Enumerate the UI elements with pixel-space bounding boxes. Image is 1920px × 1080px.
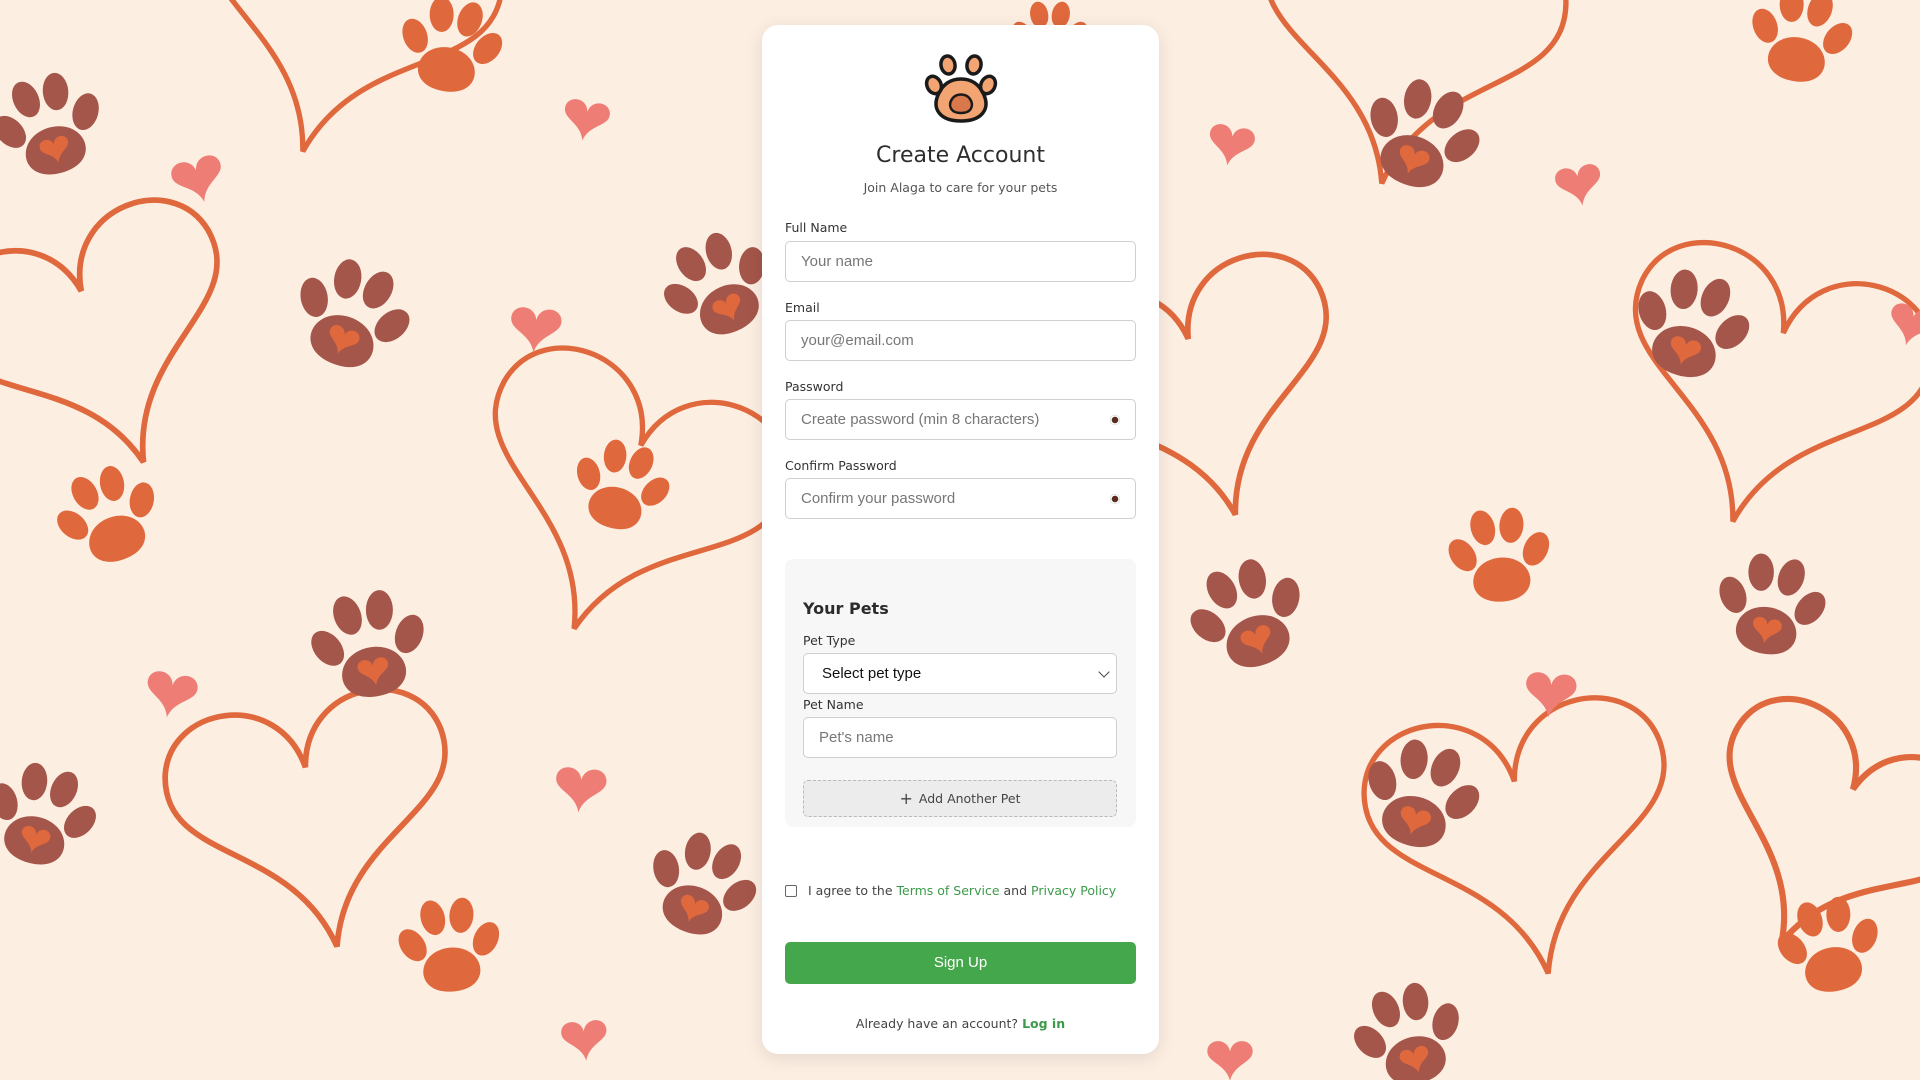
heart-decoration (564, 99, 610, 141)
eye-icon[interactable] (1110, 414, 1120, 425)
heart-decoration (1207, 1041, 1253, 1080)
paw-print-decoration (1448, 507, 1550, 602)
paw-print-decoration (1354, 982, 1459, 1080)
heart-decoration (561, 1020, 607, 1061)
paw-print-decoration (576, 439, 670, 530)
page-subtitle: Join Alaga to care for your pets (863, 180, 1058, 195)
page-title: Create Account (876, 143, 1045, 168)
confirm-password-placeholder: Confirm your password (801, 490, 956, 507)
heart-decoration (1555, 164, 1601, 206)
heart-decoration (556, 767, 607, 813)
paw-print-decoration (653, 832, 757, 935)
pets-section-title: Your Pets (803, 599, 889, 618)
pet-name-input[interactable]: Pet's name (803, 717, 1117, 758)
login-prompt: Already have an account? (855, 1016, 1019, 1031)
paw-print-decoration (1752, 0, 1853, 82)
password-placeholder: Create password (min 8 characters) (801, 411, 1040, 428)
full-name-label: Full Name (785, 220, 848, 235)
pet-type-select[interactable]: Select pet type (803, 653, 1117, 694)
paw-print-decoration (398, 897, 500, 992)
password-input[interactable]: Create password (min 8 characters) (785, 399, 1136, 440)
paw-print-decoration (0, 762, 96, 865)
add-another-pet-label: Add Another Pet (918, 791, 1021, 806)
terms-prefix: I agree to the (808, 883, 893, 898)
heart-decoration (171, 155, 221, 202)
add-another-pet-button[interactable]: + Add Another Pet (803, 780, 1117, 817)
paw-print-decoration (300, 259, 410, 368)
password-label: Password (785, 379, 844, 394)
signup-card: Create Account Join Alaga to care for yo… (762, 25, 1159, 1054)
plus-icon: + (899, 789, 913, 808)
paw-print-decoration (0, 72, 99, 175)
paw-icon (924, 54, 998, 123)
full-name-placeholder: Your name (801, 253, 873, 270)
email-input[interactable]: your@email.com (785, 320, 1136, 361)
terms-and: and (1003, 883, 1028, 898)
eye-icon[interactable] (1110, 493, 1120, 504)
pets-section: Your Pets Pet Type Select pet type Pet N… (785, 559, 1136, 827)
terms-agreement: I agree to the Terms of Service and Priv… (785, 883, 1116, 898)
terms-checkbox[interactable] (785, 884, 797, 897)
log-in-link[interactable]: Log in (1022, 1016, 1065, 1031)
email-placeholder: your@email.com (801, 332, 914, 349)
paw-print-decoration (57, 466, 155, 562)
pet-name-placeholder: Pet's name (819, 729, 894, 746)
chevron-down-icon (1098, 666, 1110, 678)
paw-print-decoration (1190, 559, 1300, 668)
paw-print-decoration (1368, 739, 1480, 847)
confirm-password-input[interactable]: Confirm your password (785, 478, 1136, 519)
login-prompt-row: Already have an account? Log in (762, 1016, 1159, 1031)
email-label: Email (785, 300, 820, 315)
privacy-policy-link[interactable]: Privacy Policy (1031, 883, 1116, 898)
heart-decoration (1526, 672, 1577, 718)
paw-print-decoration (1719, 553, 1826, 655)
heart-outline-decoration (0, 182, 276, 510)
terms-of-service-link[interactable]: Terms of Service (897, 883, 1000, 898)
pet-name-label: Pet Name (803, 697, 864, 712)
full-name-input[interactable]: Your name (785, 241, 1136, 282)
paw-print-decoration (311, 590, 424, 697)
heart-outline-decoration (1587, 227, 1920, 561)
sign-up-button[interactable]: Sign Up (785, 942, 1136, 984)
heart-decoration (147, 671, 198, 718)
pet-type-label: Pet Type (803, 633, 856, 648)
pet-type-selected: Select pet type (822, 665, 922, 682)
confirm-password-label: Confirm Password (785, 458, 897, 473)
heart-decoration (1209, 124, 1255, 166)
